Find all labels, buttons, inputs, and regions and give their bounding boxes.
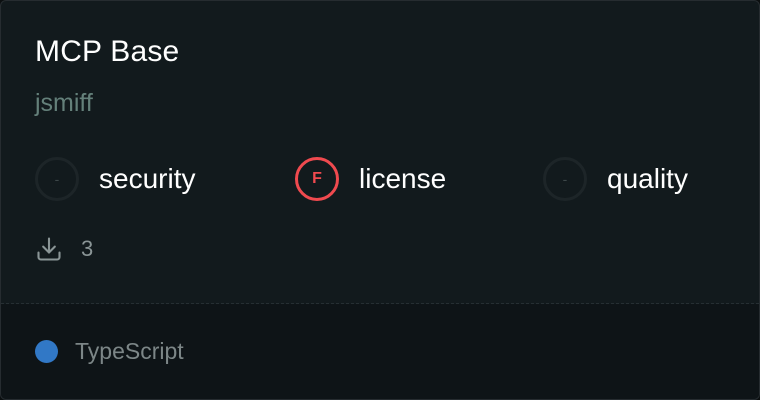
download-count: 3 (81, 236, 94, 261)
score-quality: - quality (543, 155, 688, 203)
download-icon (37, 237, 61, 261)
score-security: - security (35, 155, 195, 203)
license-label: license (359, 163, 447, 194)
card-author[interactable]: jsmiff (35, 89, 93, 118)
language-name: TypeScript (75, 337, 184, 364)
quality-label: quality (607, 163, 688, 194)
security-grade-badge: - (35, 157, 79, 201)
security-label: security (99, 163, 196, 194)
license-grade-badge: F (295, 157, 339, 201)
card-title[interactable]: MCP Base (35, 35, 179, 69)
language-color-dot (35, 339, 58, 363)
server-card[interactable]: MCP Base jsmiff - security F license - q… (0, 0, 760, 400)
quality-grade-badge: - (543, 157, 587, 201)
language-tag: TypeScript (35, 335, 184, 367)
downloads-stat: 3 (35, 233, 93, 265)
score-license: F license (295, 155, 446, 203)
